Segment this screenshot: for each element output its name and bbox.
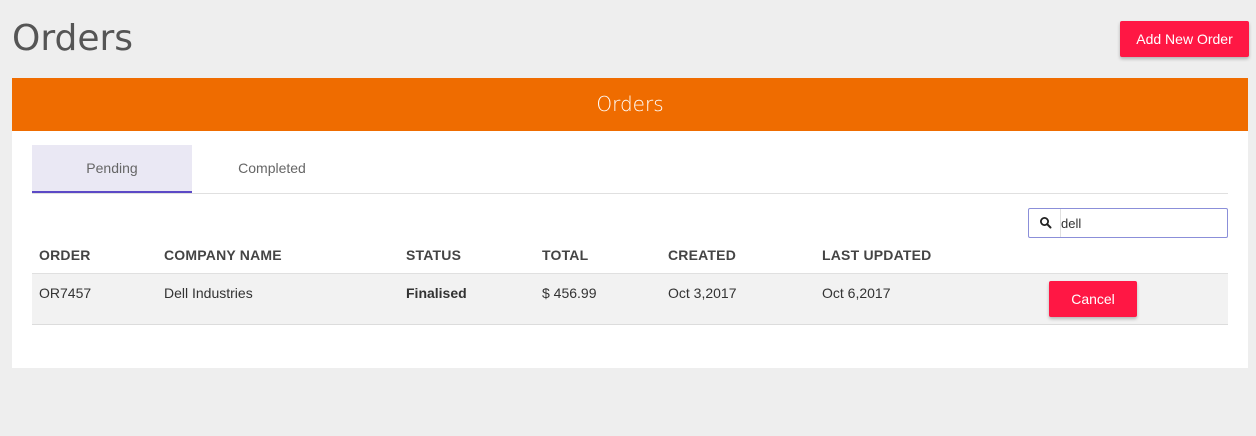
cell-created: Oct 3,2017 <box>668 285 737 301</box>
column-header-last-updated: LAST UPDATED <box>822 247 932 263</box>
cell-last-updated: Oct 6,2017 <box>822 285 891 301</box>
add-new-order-button[interactable]: Add New Order <box>1120 21 1249 57</box>
panel-header: Orders <box>12 78 1248 131</box>
search-icon <box>1040 217 1052 229</box>
column-header-status: STATUS <box>406 247 462 263</box>
cell-company-name: Dell Industries <box>164 285 253 301</box>
search-box <box>1028 208 1228 238</box>
cell-order: OR7457 <box>39 285 92 301</box>
search-input[interactable] <box>1060 209 1221 237</box>
cancel-order-button[interactable]: Cancel <box>1049 281 1137 317</box>
column-header-order: ORDER <box>39 247 91 263</box>
column-header-company-name: COMPANY NAME <box>164 247 282 263</box>
tab-pending[interactable]: Pending <box>32 145 192 193</box>
orders-panel: Orders Pending Completed ORDER COMPANY N… <box>12 78 1248 368</box>
table-row: OR7457 Dell Industries Finalised $ 456.9… <box>32 274 1228 325</box>
tab-bar: Pending Completed <box>32 145 1228 194</box>
tab-completed[interactable]: Completed <box>192 145 352 191</box>
column-header-total: TOTAL <box>542 247 589 263</box>
page-title: Orders <box>12 18 134 59</box>
cell-status: Finalised <box>406 285 467 301</box>
cell-total: $ 456.99 <box>542 285 597 301</box>
column-header-created: CREATED <box>668 247 737 263</box>
